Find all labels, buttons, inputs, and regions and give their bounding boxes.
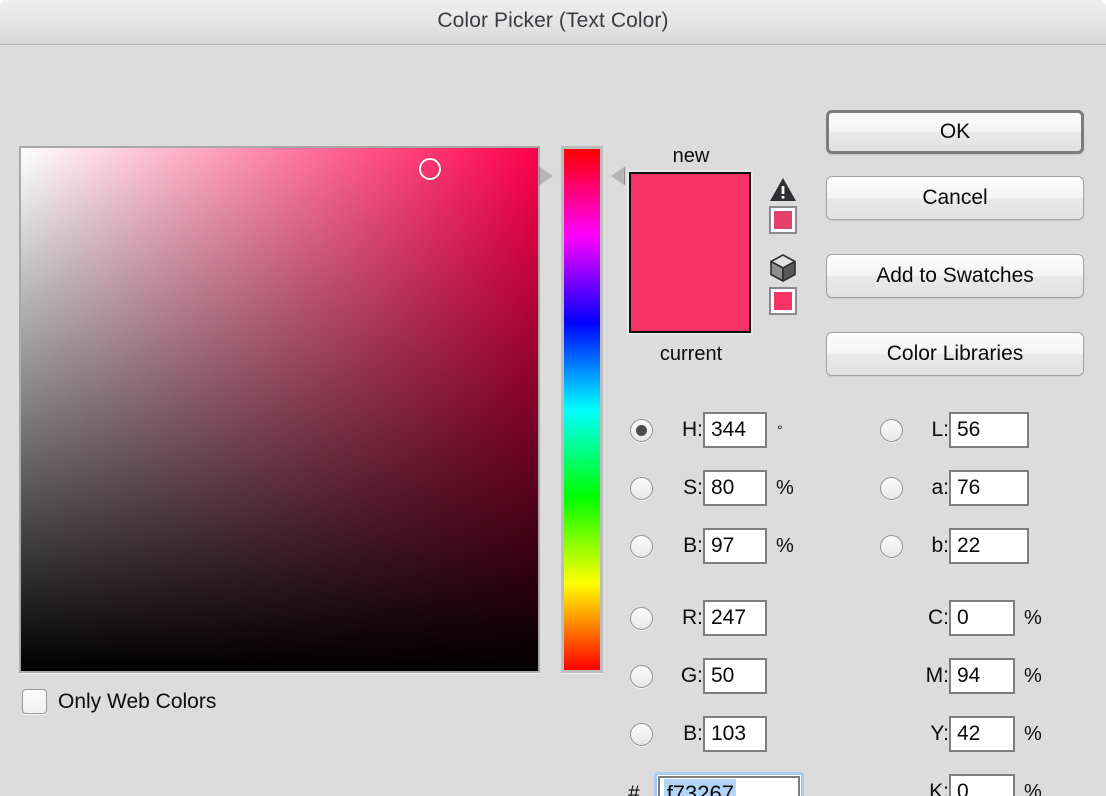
color-alerts [766, 177, 800, 315]
input-a[interactable]: 76 [949, 470, 1029, 506]
unit-yellow: % [1024, 723, 1042, 746]
add-to-swatches-button[interactable]: Add to Swatches [826, 254, 1084, 298]
label-brightness: B: [665, 534, 703, 558]
field-row-green[interactable]: G: 50 [630, 656, 767, 696]
dialog-body: Only Web Colors new current [0, 46, 1106, 796]
radio-blue[interactable] [630, 723, 653, 746]
hue-marker-right-icon[interactable] [611, 167, 624, 185]
label-red: R: [665, 606, 703, 630]
unit-hue: ° [777, 422, 783, 438]
label-b: b: [915, 534, 949, 558]
field-row-black[interactable]: K: 0 % [880, 772, 1042, 796]
only-web-colors-row[interactable]: Only Web Colors [22, 689, 216, 714]
field-row-b[interactable]: b: 22 [880, 526, 1029, 566]
dialog-title: Color Picker (Text Color) [0, 9, 1106, 33]
saturation-brightness-field[interactable] [19, 146, 540, 673]
warning-triangle-icon[interactable] [769, 177, 797, 202]
hex-value-text: f73267 [664, 779, 736, 796]
label-yellow: Y: [915, 722, 949, 746]
hue-strip[interactable] [561, 146, 603, 673]
sb-gradient[interactable] [21, 148, 538, 671]
web-safe-chip[interactable] [769, 287, 797, 315]
unit-brightness: % [776, 535, 794, 558]
input-red[interactable]: 247 [703, 600, 767, 636]
color-libraries-button[interactable]: Color Libraries [826, 332, 1084, 376]
preview-swatch-box[interactable] [629, 172, 751, 333]
input-cyan[interactable]: 0 [949, 600, 1015, 636]
input-magenta[interactable]: 94 [949, 658, 1015, 694]
hue-gradient [564, 149, 600, 670]
label-black: K: [915, 780, 949, 796]
field-row-saturation[interactable]: S: 80 % [630, 468, 794, 508]
field-row-yellow[interactable]: Y: 42 % [880, 714, 1042, 754]
hex-input[interactable]: f73267 [658, 776, 800, 796]
gamut-chip-color [774, 211, 792, 229]
field-row-red[interactable]: R: 247 [630, 598, 767, 638]
hex-hash-label: # [628, 782, 640, 796]
new-color-swatch [631, 174, 749, 253]
input-brightness[interactable]: 97 [703, 528, 767, 564]
radio-a[interactable] [880, 477, 903, 500]
radio-red[interactable] [630, 607, 653, 630]
unit-black: % [1024, 781, 1042, 796]
field-row-magenta[interactable]: M: 94 % [880, 656, 1042, 696]
label-green: G: [665, 664, 703, 688]
hex-focus-ring: f73267 [654, 772, 804, 796]
radio-b[interactable] [880, 535, 903, 558]
only-web-colors-checkbox[interactable] [22, 689, 47, 714]
radio-green[interactable] [630, 665, 653, 688]
input-lightness[interactable]: 56 [949, 412, 1029, 448]
input-blue[interactable]: 103 [703, 716, 767, 752]
current-color-label: current [629, 341, 753, 367]
field-row-brightness[interactable]: B: 97 % [630, 526, 794, 566]
field-row-blue[interactable]: B: 103 [630, 714, 767, 754]
current-color-swatch[interactable] [631, 253, 749, 332]
gamut-warning-chip[interactable] [769, 206, 797, 234]
hue-slider[interactable] [558, 146, 606, 673]
new-color-label: new [629, 143, 753, 169]
cube-icon[interactable] [768, 253, 798, 283]
label-lightness: L: [915, 418, 949, 442]
input-saturation[interactable]: 80 [703, 470, 767, 506]
field-row-cyan[interactable]: C: 0 % [880, 598, 1042, 638]
label-blue: B: [665, 722, 703, 746]
hue-marker-left-icon[interactable] [540, 167, 553, 185]
only-web-colors-label: Only Web Colors [58, 690, 216, 714]
radio-hue[interactable] [630, 419, 653, 442]
dialog-titlebar: Color Picker (Text Color) [0, 0, 1106, 45]
unit-cyan: % [1024, 607, 1042, 630]
label-magenta: M: [915, 664, 949, 688]
label-cyan: C: [915, 606, 949, 630]
input-b[interactable]: 22 [949, 528, 1029, 564]
label-hue: H: [665, 418, 703, 442]
web-safe-chip-color [774, 292, 792, 310]
input-yellow[interactable]: 42 [949, 716, 1015, 752]
field-row-a[interactable]: a: 76 [880, 468, 1029, 508]
color-preview: new current [629, 143, 753, 367]
radio-brightness[interactable] [630, 535, 653, 558]
unit-magenta: % [1024, 665, 1042, 688]
radio-saturation[interactable] [630, 477, 653, 500]
ok-button[interactable]: OK [826, 110, 1084, 154]
color-picker-dialog: Color Picker (Text Color) Only Web Color… [0, 0, 1106, 796]
label-a: a: [915, 476, 949, 500]
input-green[interactable]: 50 [703, 658, 767, 694]
input-hue[interactable]: 344 [703, 412, 767, 448]
unit-saturation: % [776, 477, 794, 500]
cancel-button[interactable]: Cancel [826, 176, 1084, 220]
label-saturation: S: [665, 476, 703, 500]
field-row-hue[interactable]: H: 344 ° [630, 410, 783, 450]
field-row-lightness[interactable]: L: 56 [880, 410, 1029, 450]
sb-black-overlay [21, 148, 538, 671]
radio-lightness[interactable] [880, 419, 903, 442]
input-black[interactable]: 0 [949, 774, 1015, 796]
hex-row[interactable]: # f73267 [628, 772, 804, 796]
